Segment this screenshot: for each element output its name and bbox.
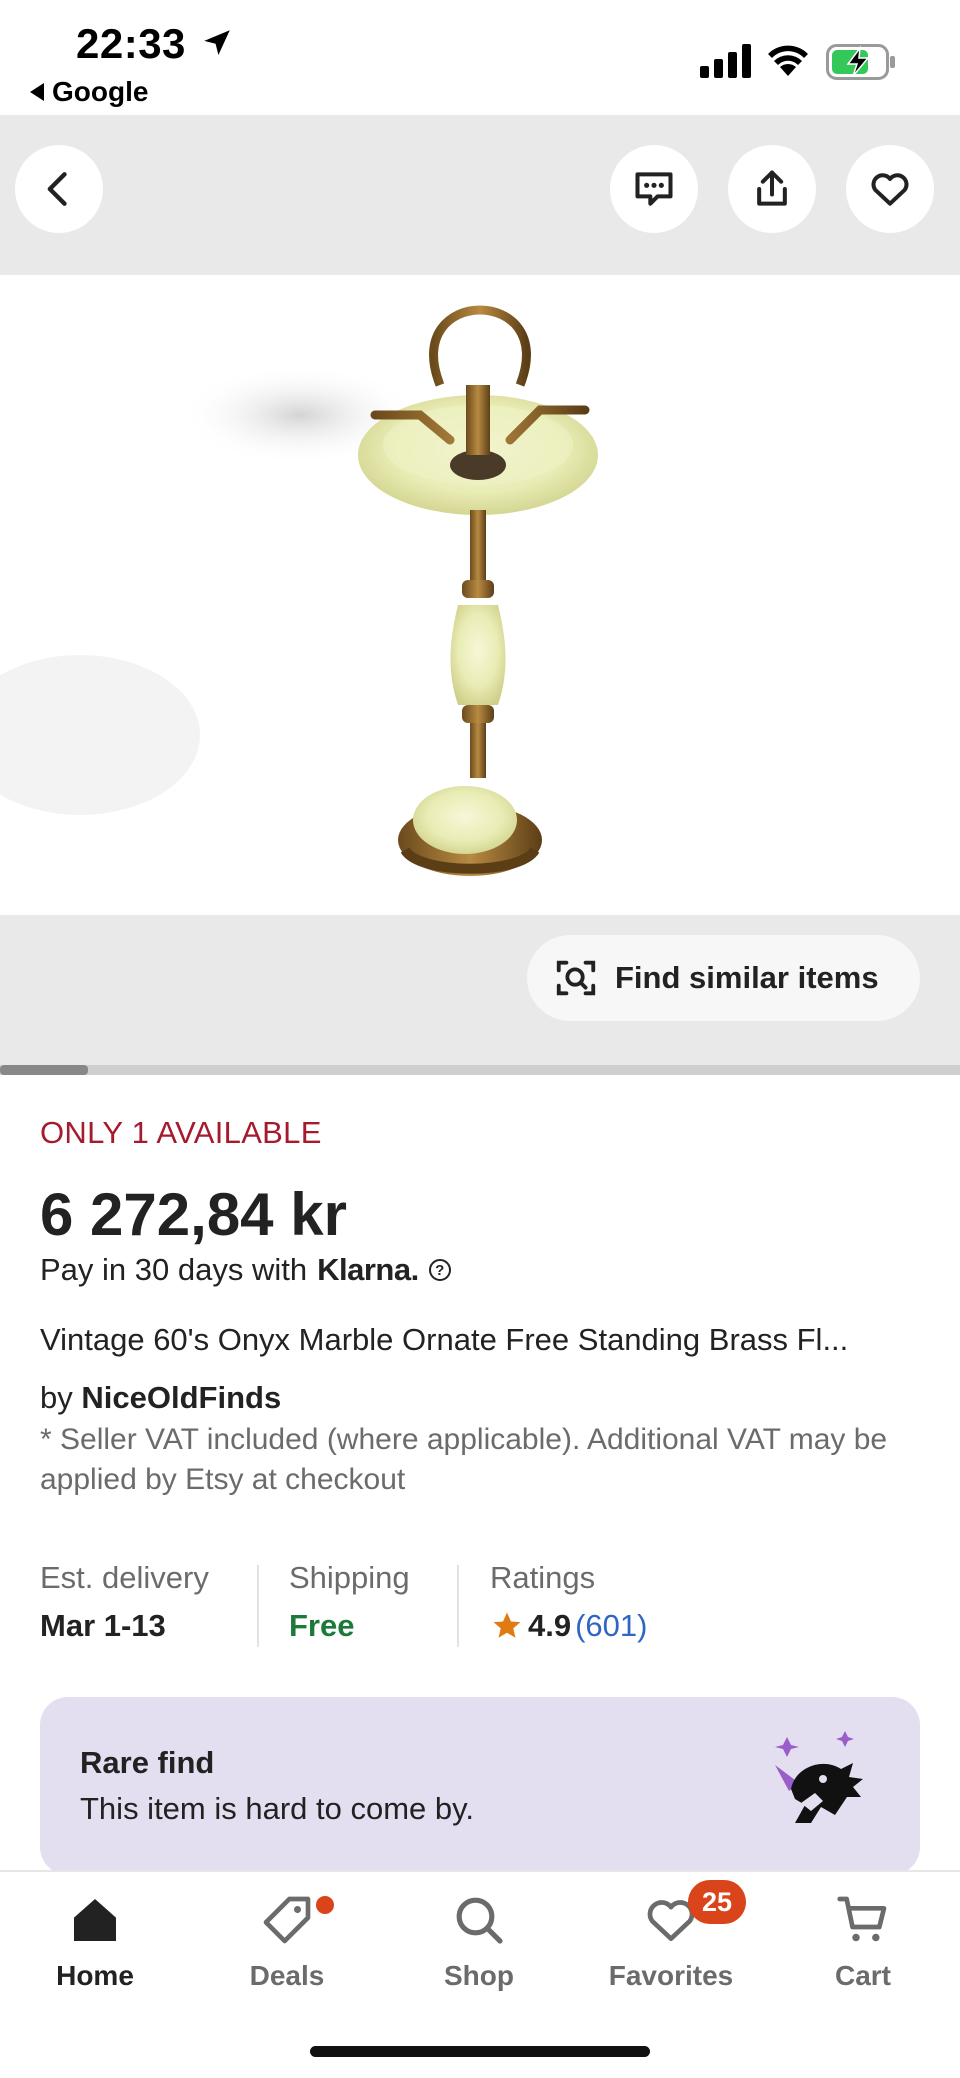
tab-label: Home [56,1960,134,1991]
tag-icon [263,1896,311,1944]
ratings-label: Ratings [490,1560,596,1595]
back-chevron-icon [47,172,67,206]
tab-home[interactable]: Home [20,1892,170,1992]
ashtray-stand-photo [0,305,598,876]
favorites-count-badge: 25 [688,1880,746,1924]
shop-name-link[interactable]: NiceOldFinds [81,1380,281,1415]
back-app-label: Google [52,76,149,107]
tab-label: Shop [444,1960,514,1991]
cellular-signal-icon [700,44,751,78]
rare-find-title: Rare find [80,1745,215,1780]
home-indicator[interactable] [310,2046,650,2057]
delivery-value: Mar 1-13 [40,1608,166,1643]
back-button[interactable] [15,145,103,233]
shipping-value: Free [289,1608,355,1643]
product-title[interactable]: Vintage 60's Onyx Marble Ornate Free Sta… [40,1322,930,1358]
tab-favorites[interactable]: Favorites 25 [596,1880,746,1992]
rating-value: 4.9 [528,1608,572,1643]
message-icon [635,172,673,206]
wifi-icon [768,45,808,76]
cart-icon [837,1896,887,1942]
status-bar: 22:33 Google [0,0,960,115]
search-icon [456,1897,503,1944]
tab-label: Favorites [608,1960,734,1991]
home-icon [74,1899,116,1941]
help-icon[interactable]: ? [428,1259,451,1281]
seller-by-text: by [40,1380,73,1415]
stat-divider [457,1565,459,1647]
tab-shop[interactable]: Shop [404,1892,554,1992]
shipping-label: Shipping [289,1560,410,1595]
find-similar-button[interactable]: Find similar items [527,935,920,1021]
klarna-row[interactable]: Pay in 30 days with Klarna. ? [40,1252,451,1288]
stat-divider [257,1565,259,1647]
ratings-info[interactable]: Ratings 4.9 (601) [490,1560,647,1644]
vat-note: * Seller VAT included (where applicable)… [40,1423,888,1496]
location-arrow-icon [204,30,230,56]
visual-search-icon [556,960,596,996]
status-time: 22:33 [76,20,186,67]
klarna-text: Pay in 30 days with [40,1252,308,1287]
heart-icon [871,173,909,206]
message-seller-button[interactable] [610,145,698,233]
back-triangle-icon [30,83,44,101]
klarna-logo: Klarna. [317,1252,419,1287]
share-icon [757,170,787,206]
tab-cart[interactable]: Cart [788,1892,938,1992]
price: 6 272,84 kr [40,1181,347,1248]
find-similar-label: Find similar items [615,960,879,995]
estimated-delivery: Est. delivery Mar 1-13 [40,1560,209,1644]
back-to-app-link[interactable]: Google [30,76,148,108]
star-icon [493,1612,521,1638]
notification-dot [316,1896,334,1914]
rare-find-subtitle: This item is hard to come by. [80,1791,474,1826]
delivery-label: Est. delivery [40,1560,209,1595]
image-carousel-scrollbar[interactable] [0,1065,960,1075]
seller-line: by NiceOldFinds [40,1380,281,1416]
product-top-nav [0,115,960,275]
product-image[interactable] [0,275,960,915]
tab-label: Deals [249,1960,325,1991]
tab-deals[interactable]: Deals [212,1892,362,1992]
availability-notice: ONLY 1 AVAILABLE [40,1115,322,1150]
unicorn-icon [775,1731,863,1823]
rating-count-link[interactable]: (601) [575,1608,647,1644]
battery-charging-icon [826,44,895,80]
favorite-button[interactable] [846,145,934,233]
image-carousel-position [0,1065,88,1075]
shipping-info: Shipping Free [289,1560,410,1644]
rare-find-card: Rare find This item is hard to come by. [40,1697,920,1875]
tab-label: Cart [834,1960,891,1991]
share-button[interactable] [728,145,816,233]
